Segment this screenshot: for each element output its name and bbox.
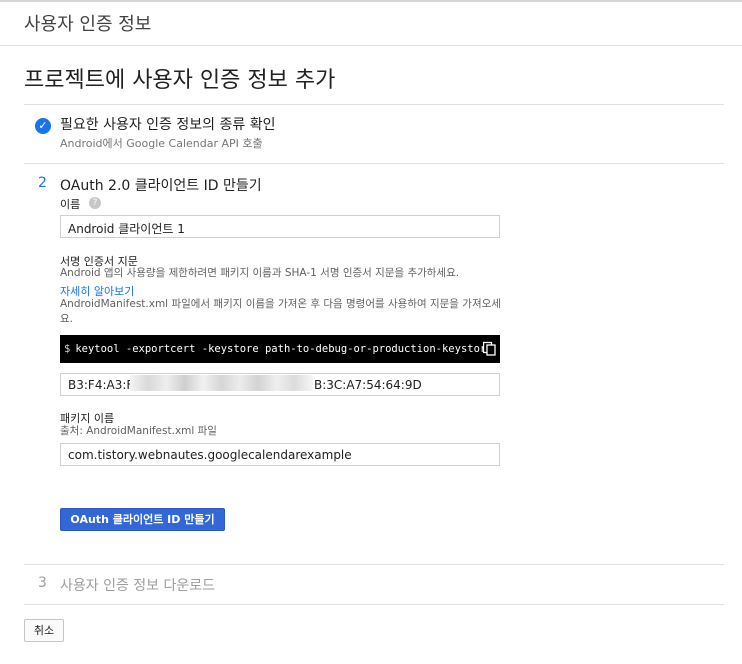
check-circle-icon: ✓ [35,118,51,134]
divider [24,564,724,565]
create-oauth-client-button[interactable]: OAuth 클라이언트 ID 만들기 [60,508,225,531]
copy-icon[interactable] [483,340,496,356]
sha1-prefix: B3:F4:A3:F [68,378,134,392]
divider [24,604,724,605]
top-bar: 사용자 인증 정보 [0,0,742,46]
step2-title: OAuth 2.0 클라이언트 ID 만들기 [60,178,262,194]
name-input[interactable]: Android 클라이언트 1 [60,215,500,238]
package-name-input[interactable]: com.tistory.webnautes.googlecalendarexam… [60,443,500,466]
command-text: keytool -exportcert -keystore path-to-de… [75,343,500,355]
divider [24,163,724,164]
package-source: 출처: AndroidManifest.xml 파일 [60,425,217,437]
sha1-suffix: B:3C:A7:54:64:9D [314,378,422,392]
divider [24,104,724,105]
name-label: 이름 [60,198,81,211]
command-prompt: $ [64,343,71,355]
step1-subtitle: Android에서 Google Calendar API 호출 [60,137,263,150]
step3-number: 3 [38,575,47,591]
page-title: 사용자 인증 정보 [24,14,152,35]
section-heading: 프로젝트에 사용자 인증 정보 추가 [24,68,336,93]
fingerprint-description: Android 앱의 사용량을 제한하려면 패키지 이름과 SHA-1 서명 인… [60,267,460,279]
command-block[interactable]: $ keytool -exportcert -keystore path-to-d… [60,335,500,363]
step2-number: 2 [38,175,47,191]
cancel-button[interactable]: 취소 [24,619,64,642]
redacted-region [130,375,313,391]
manifest-description: AndroidManifest.xml 파일에서 패키지 이름을 가져온 후 다… [60,298,501,325]
help-icon[interactable]: ? [89,197,101,209]
step1-title[interactable]: 필요한 사용자 인증 정보의 종류 확인 [60,114,275,134]
step3-title: 사용자 인증 정보 다운로드 [60,578,216,594]
